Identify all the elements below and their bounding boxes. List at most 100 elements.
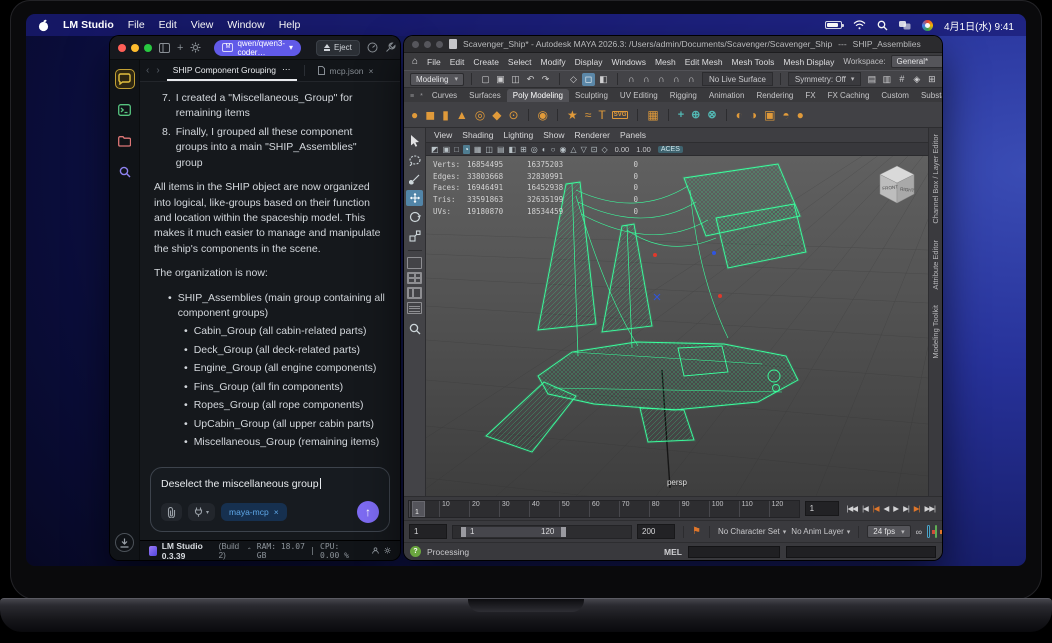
viewport-toolbar-icon[interactable]: ⊞ — [520, 145, 527, 154]
viewport-toolbar-icon[interactable]: ▣ — [443, 145, 451, 154]
nav-back-icon[interactable]: ‹ — [146, 65, 149, 76]
menu-edit[interactable]: Edit — [159, 19, 177, 31]
viewport-toolbar-icon[interactable]: ▤ — [497, 145, 505, 154]
model-select-pill[interactable]: M qwen/qwen3-coder… ▾ — [214, 39, 302, 57]
snap-icon[interactable]: ∩ — [670, 73, 683, 86]
exposure-value[interactable]: 0.00 — [615, 145, 630, 154]
range-slider[interactable]: 1 120 — [452, 524, 632, 539]
scene-file-icon[interactable]: ↶ — [524, 73, 537, 86]
chat-input-text[interactable]: Deselect the miscellaneous group — [161, 478, 379, 490]
boolean-tool-icon[interactable]: ▣ — [764, 108, 775, 122]
maya-menu-item[interactable]: Display — [575, 57, 603, 67]
snap-icon[interactable]: ∩ — [640, 73, 653, 86]
playback-button[interactable]: ◀ — [884, 504, 890, 513]
zoom-window-button[interactable] — [144, 43, 152, 52]
snap-icon[interactable]: ∩ — [625, 73, 638, 86]
timeline-tick[interactable]: 50 — [558, 500, 589, 517]
maya-menu-item[interactable]: Mesh — [655, 57, 676, 67]
svg-tool-icon[interactable]: SVG — [611, 110, 629, 119]
menubar-clock[interactable]: 4月1日(水) 9:41 — [944, 18, 1014, 33]
scene-file-icon[interactable]: ◫ — [509, 73, 522, 86]
timeline-tick[interactable]: 60 — [588, 500, 619, 517]
maya-menu-item[interactable]: Create — [473, 57, 499, 67]
playback-button[interactable]: ▶ — [893, 504, 899, 513]
poly-primitive-icon[interactable]: ⊙ — [508, 108, 518, 122]
shelf-tab[interactable]: UV Editing — [614, 89, 664, 102]
tab-mcp-json[interactable]: mcp.json × — [312, 60, 380, 81]
viewport-toolbar-icon[interactable]: ⊡ — [591, 145, 598, 154]
minimize-window-button[interactable] — [131, 43, 139, 52]
mcp-server-pill[interactable]: maya-mcp × — [221, 503, 287, 521]
range-end-handle[interactable] — [561, 526, 566, 537]
workspace-select[interactable]: General* — [890, 55, 942, 68]
timeline-tick[interactable]: 80 — [648, 500, 679, 517]
viewport-toolbar-icon[interactable]: ◐ — [542, 145, 547, 154]
mel-label[interactable]: MEL — [664, 547, 682, 557]
timeline-tick[interactable]: 20 — [468, 500, 499, 517]
tab-close-icon[interactable]: × — [369, 66, 374, 76]
scale-tool[interactable] — [406, 228, 423, 244]
timeline-tick[interactable]: 110 — [738, 500, 769, 517]
layout-four-pane-button[interactable] — [407, 272, 422, 284]
viewport-toolbar-icon[interactable]: △ — [570, 145, 576, 154]
browser-icon[interactable] — [921, 19, 933, 31]
active-app-name[interactable]: LM Studio — [63, 19, 114, 31]
playback-button[interactable]: ▶▶| — [925, 504, 937, 513]
poly-primitive-icon[interactable]: ▲ — [456, 108, 468, 122]
shelf-tab[interactable]: Rigging — [664, 89, 703, 102]
paint-select-tool[interactable] — [406, 171, 423, 187]
layout-single-pane-button[interactable] — [407, 257, 422, 269]
timeline-tick[interactable]: 40 — [528, 500, 559, 517]
anim-end-field[interactable]: 200 — [637, 524, 675, 539]
viewport-toolbar-icon[interactable]: ◩ — [431, 145, 439, 154]
render-toolbar-icon[interactable]: ◈ — [910, 73, 923, 86]
wifi-icon[interactable] — [853, 20, 866, 30]
right-sidebar-tab[interactable]: Channel Box / Layer Editor — [931, 134, 940, 224]
timeline-tick[interactable]: 120 — [768, 500, 799, 517]
attach-file-button[interactable] — [161, 503, 182, 521]
viewport-toolbar-icon[interactable]: ◎ — [531, 145, 538, 154]
send-message-button[interactable]: ↑ — [357, 501, 379, 523]
chevron-up-icon[interactable]: ⌃ — [247, 547, 252, 554]
lasso-tool[interactable] — [406, 152, 423, 168]
camera-name-label[interactable]: persp — [426, 478, 928, 487]
playback-button[interactable]: |◀ — [873, 504, 880, 513]
new-chat-button[interactable]: + — [177, 42, 183, 54]
tab-ship-component-grouping[interactable]: SHIP Component Grouping ⋯ — [166, 60, 297, 81]
playback-button[interactable]: ▶| — [914, 504, 921, 513]
maya-menu-item[interactable]: Mesh Display — [783, 57, 834, 67]
timeline-tick[interactable]: 10 — [438, 500, 469, 517]
boolean-tool-icon[interactable]: ◑ — [750, 108, 757, 122]
close-window-button[interactable] — [412, 40, 419, 48]
shelf-tab[interactable]: Rendering — [750, 89, 799, 102]
render-toolbar-icon[interactable]: ▤ — [865, 73, 878, 86]
shelf-tab[interactable]: FX — [799, 89, 821, 102]
scene-file-icon[interactable]: ▢ — [479, 73, 492, 86]
system-monitor-icon[interactable] — [367, 42, 378, 53]
layout-two-pane-button[interactable] — [407, 287, 422, 299]
panel-menu-item[interactable]: Panels — [620, 130, 646, 140]
viewport-toolbar-icon[interactable]: ○ — [551, 145, 556, 154]
viewport-toolbar-icon[interactable]: ◫ — [485, 145, 493, 154]
align-tool-icon[interactable]: ⊕ — [691, 108, 700, 121]
boolean-tool-icon[interactable]: ● — [797, 108, 804, 122]
sidebar-item-developer[interactable] — [115, 100, 135, 120]
nav-forward-icon[interactable]: › — [156, 65, 159, 76]
shelf-menu-icon[interactable]: ≡ — [410, 93, 414, 100]
selection-mode-icon[interactable]: ◻ — [581, 72, 595, 86]
zoom-search-tool[interactable] — [406, 321, 423, 337]
battery-icon[interactable] — [824, 21, 844, 29]
colorspace-badge[interactable]: ACES — [657, 145, 683, 153]
maya-menu-item[interactable]: Select — [508, 57, 532, 67]
boolean-tool-icon[interactable]: ◐ — [736, 108, 743, 122]
help-icon[interactable]: ? — [410, 546, 421, 557]
maya-menu-item[interactable]: Mesh Tools — [732, 57, 775, 67]
spotlight-search-icon[interactable] — [877, 20, 888, 31]
align-tool-icon[interactable]: ⊗ — [707, 108, 716, 121]
rotate-tool[interactable] — [406, 209, 423, 225]
grid-tool-icon[interactable]: ▦ — [647, 108, 658, 122]
viewport-toolbar-icon[interactable]: ◔ — [462, 144, 470, 154]
menu-file[interactable]: File — [128, 19, 145, 31]
scene-file-icon[interactable]: ↷ — [539, 73, 552, 86]
viewport-toolbar-icon[interactable]: ▦ — [474, 145, 482, 154]
